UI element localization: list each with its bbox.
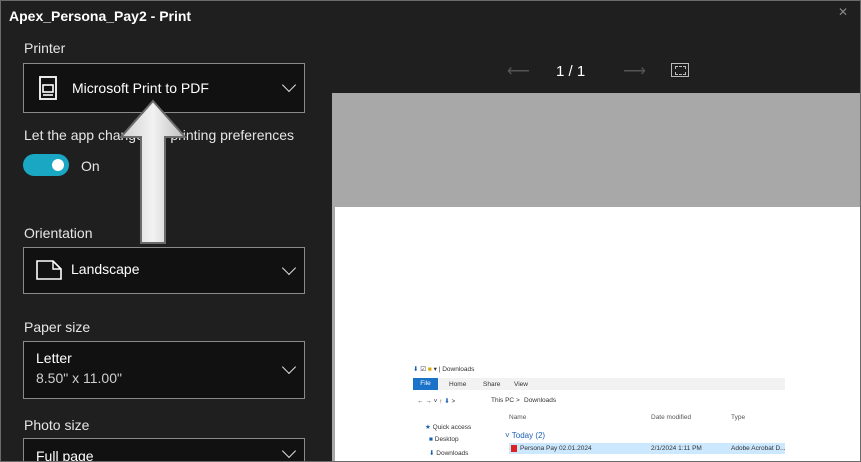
file-type: Adobe Acrobat D... [731, 445, 786, 452]
chevron-down-icon [281, 443, 297, 459]
paper-size-dimensions: 8.50" x 11.00" [36, 370, 122, 386]
file-date: 2/1/2024 1:11 PM [651, 445, 702, 452]
breadcrumb-downloads: Downloads [524, 397, 557, 404]
annotation-arrow-up-icon [119, 99, 187, 244]
next-page-icon[interactable]: ⟶ [623, 61, 646, 81]
file-name: Persona Pay 02.01.2024 [511, 445, 592, 452]
photo-size-label: Photo size [24, 417, 90, 433]
paper-size-select[interactable]: Letter 8.50" x 11.00" [23, 341, 305, 399]
paper-size-value: Letter [36, 350, 72, 366]
column-name: Name [509, 414, 527, 421]
landscape-page-icon [36, 260, 62, 280]
nav-quick-access: ★ Quick access [425, 424, 472, 431]
breadcrumb-this-pc: This PC [491, 397, 515, 404]
breadcrumb-sep: > [516, 397, 520, 404]
explorer-nav-arrows: ← → ˅ ↑ ⬇ > [417, 398, 456, 405]
preview-explorer-image: ⬇ ☑ ■ ▾ | Downloads File Home Share View… [413, 363, 786, 461]
chevron-down-icon [281, 77, 297, 93]
group-today: ˅ Today (2) [505, 431, 546, 440]
pdf-icon [511, 445, 517, 452]
orientation-value: Landscape [71, 261, 140, 277]
explorer-ribbon [413, 378, 785, 390]
explorer-tab-file: File [413, 378, 438, 390]
explorer-tab-home: Home [449, 381, 467, 388]
paper-size-label: Paper size [24, 319, 91, 335]
fit-to-window-icon[interactable] [671, 63, 689, 77]
preferences-toggle[interactable] [23, 154, 69, 176]
chevron-down-icon [281, 260, 297, 275]
column-type: Type [731, 414, 746, 421]
previous-page-icon[interactable]: ⟵ [507, 61, 530, 81]
nav-downloads: ⬇ Downloads [429, 450, 469, 457]
column-date: Date modified [651, 414, 692, 421]
photo-size-value: Full page [36, 448, 94, 462]
toggle-state: On [81, 158, 100, 174]
printer-icon [39, 76, 57, 100]
printer-label: Printer [24, 40, 66, 56]
toggle-knob [52, 159, 64, 171]
explorer-title: Downloads [442, 366, 475, 373]
photo-size-select[interactable]: Full page [23, 438, 305, 462]
explorer-tab-view: View [514, 381, 528, 388]
explorer-tab-share: Share [483, 381, 501, 388]
orientation-select[interactable]: Landscape [23, 247, 305, 294]
nav-desktop: ■ Desktop [429, 436, 459, 443]
close-icon[interactable]: ✕ [838, 5, 852, 19]
page-counter: 1 / 1 [556, 63, 586, 80]
orientation-label: Orientation [24, 225, 93, 241]
explorer-toolbar: ⬇ ☑ ■ ▾ | Downloads [413, 366, 475, 373]
printer-value: Microsoft Print to PDF [72, 80, 209, 96]
window-title: Apex_Persona_Pay2 - Print [9, 8, 192, 24]
print-dialog: Apex_Persona_Pay2 - Print ✕ Printer Micr… [0, 0, 861, 462]
chevron-down-icon [281, 359, 297, 375]
